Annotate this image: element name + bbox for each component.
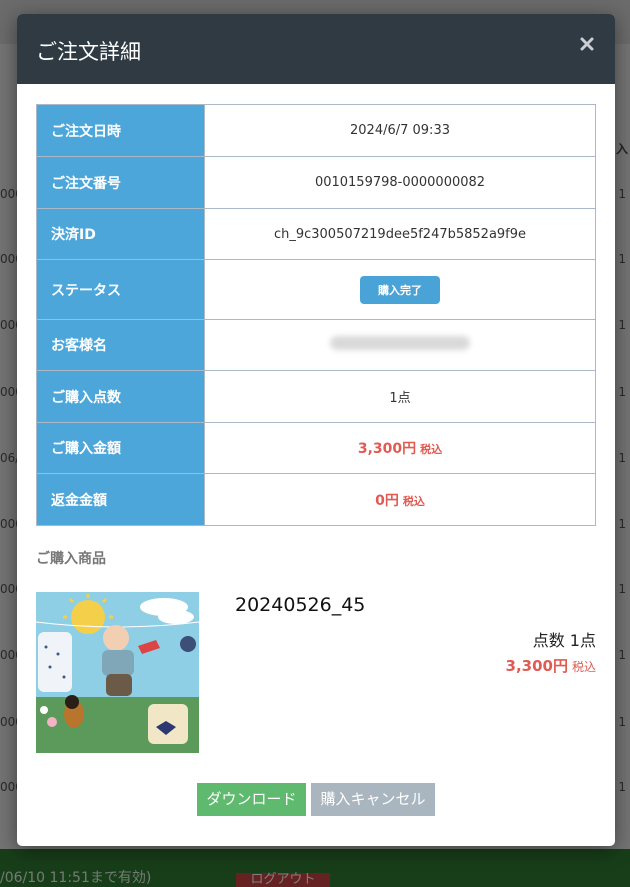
table-row: ご注文日時 2024/6/7 09:33 bbox=[36, 104, 596, 157]
table-row: お客様名 bbox=[36, 319, 596, 371]
tax-included-note: 税込 bbox=[571, 660, 596, 674]
table-row: ご注文番号 0010159798-0000000082 bbox=[36, 156, 596, 209]
refund-amount-cell: 0円 税込 bbox=[204, 473, 596, 526]
cancel-purchase-button[interactable]: 購入キャンセル bbox=[311, 783, 435, 816]
table-row: ご購入点数 1点 bbox=[36, 370, 596, 423]
purchase-amount-cell: 3,300円 税込 bbox=[204, 422, 596, 474]
row-label: ご注文番号 bbox=[36, 156, 205, 209]
row-label: ご注文日時 bbox=[36, 104, 205, 157]
product-price-group: 3,300円 税込 bbox=[506, 655, 596, 676]
payment-id-value: ch_9c300507219dee5f247b5852a9f9e bbox=[204, 208, 596, 260]
order-detail-table: ご注文日時 2024/6/7 09:33 ご注文番号 0010159798-00… bbox=[36, 104, 596, 526]
tax-included-note: 税込 bbox=[420, 443, 443, 456]
status-cell: 購入完了 bbox=[204, 259, 596, 320]
order-number-value: 0010159798-0000000082 bbox=[204, 156, 596, 209]
blurred-customer-name bbox=[330, 336, 470, 350]
order-detail-modal: ご注文詳細 ご注文日時 2024/6/7 09:33 ご注文番号 0010159… bbox=[17, 14, 615, 846]
product-thumbnail-image[interactable] bbox=[36, 592, 199, 753]
purchased-items-label: ご購入商品 bbox=[36, 551, 106, 567]
order-datetime-value: 2024/6/7 09:33 bbox=[204, 104, 596, 157]
row-label: ご購入点数 bbox=[36, 370, 205, 423]
product-name: 20240526_45 bbox=[235, 594, 366, 616]
modal-title: ご注文詳細 bbox=[36, 40, 141, 64]
row-label: ステータス bbox=[36, 259, 205, 320]
download-button[interactable]: ダウンロード bbox=[197, 783, 306, 816]
customer-name-value bbox=[204, 319, 596, 371]
product-price: 3,300円 bbox=[505, 657, 568, 675]
refund-amount-value: 0円 bbox=[375, 492, 399, 509]
table-row: ご購入金額 3,300円 税込 bbox=[36, 422, 596, 474]
table-row: 返金金額 0円 税込 bbox=[36, 473, 596, 526]
purchase-amount-value: 3,300円 bbox=[357, 441, 417, 457]
modal-header: ご注文詳細 bbox=[17, 14, 615, 84]
close-icon[interactable] bbox=[579, 36, 595, 52]
row-label: お客様名 bbox=[36, 319, 205, 371]
product-quantity: 点数 1点 bbox=[532, 631, 596, 650]
tax-included-note: 税込 bbox=[402, 494, 425, 508]
row-label: 決済ID bbox=[36, 208, 205, 260]
table-row: 決済ID ch_9c300507219dee5f247b5852a9f9e bbox=[36, 208, 596, 260]
table-row: ステータス 購入完了 bbox=[36, 259, 596, 320]
row-label: 返金金額 bbox=[36, 473, 205, 526]
status-badge: 購入完了 bbox=[360, 275, 440, 304]
purchase-count-value: 1点 bbox=[204, 370, 596, 423]
row-label: ご購入金額 bbox=[36, 422, 205, 474]
